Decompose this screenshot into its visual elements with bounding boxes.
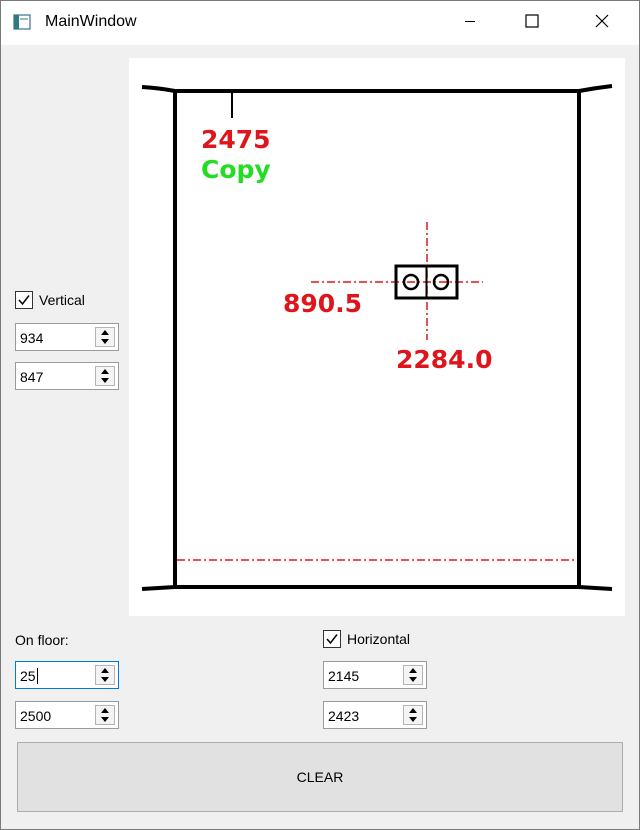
spin-arrows — [95, 366, 115, 386]
spin-value: 25 — [20, 668, 36, 684]
main-window: MainWindow 2475 Copy 890.5 2284.0 Vertic… — [0, 0, 640, 830]
spin-arrows — [403, 665, 423, 685]
close-button[interactable] — [579, 1, 625, 45]
checkmark-icon — [326, 634, 338, 645]
spin-arrows — [95, 665, 115, 685]
on-floor-spinbox-2[interactable]: 2500 — [15, 701, 119, 729]
title-bar: MainWindow — [1, 1, 639, 45]
horizontal-label: Horizontal — [347, 631, 411, 647]
close-icon — [595, 14, 609, 33]
arrow-down-icon[interactable] — [96, 675, 114, 684]
horizontal-checkbox[interactable]: Horizontal — [323, 630, 410, 648]
maximize-button[interactable] — [509, 1, 555, 45]
arrow-down-icon[interactable] — [404, 675, 422, 684]
arrow-down-icon[interactable] — [96, 376, 114, 385]
spin-arrows — [95, 705, 115, 725]
maximize-icon — [525, 13, 539, 33]
spin-value: 2145 — [328, 668, 360, 684]
vertical-checkbox-box[interactable] — [15, 291, 33, 309]
top-caption-label: Copy — [201, 155, 271, 184]
socket-outlet-icon — [394, 264, 459, 300]
spin-value: 934 — [20, 330, 44, 346]
vertical-label: Vertical — [39, 292, 85, 308]
window-title: MainWindow — [45, 13, 137, 30]
horizontal-checkbox-box[interactable] — [323, 630, 341, 648]
vertical-spinbox-1[interactable]: 934 — [15, 323, 119, 351]
frame-top — [141, 84, 613, 93]
arrow-down-icon[interactable] — [96, 715, 114, 724]
arrow-down-icon[interactable] — [404, 715, 422, 724]
spin-arrows — [403, 705, 423, 725]
on-floor-spinbox-1[interactable]: 25 — [15, 661, 119, 689]
vertical-checkbox[interactable]: Vertical — [15, 291, 85, 309]
horizontal-dimension-label: 890.5 — [283, 289, 362, 318]
arrow-down-icon[interactable] — [96, 337, 114, 346]
drawing-canvas[interactable]: 2475 Copy 890.5 2284.0 — [129, 58, 625, 616]
arrow-up-icon[interactable] — [96, 706, 114, 715]
vertical-spinbox-2[interactable]: 847 — [15, 362, 119, 390]
clear-button[interactable]: CLEAR — [17, 742, 623, 812]
arrow-up-icon[interactable] — [404, 706, 422, 715]
horizontal-spinbox-2[interactable]: 2423 — [323, 701, 427, 729]
spin-arrows — [95, 327, 115, 347]
top-value-label: 2475 — [201, 125, 271, 154]
spin-value: 847 — [20, 369, 44, 385]
app-window-icon — [13, 13, 31, 31]
minimize-button[interactable] — [447, 1, 493, 45]
frame-bottom — [141, 585, 613, 591]
arrow-up-icon[interactable] — [404, 666, 422, 675]
minimize-icon — [464, 14, 476, 32]
checkmark-icon — [18, 295, 30, 306]
vertical-dimension-label: 2284.0 — [396, 345, 492, 374]
spin-value: 2423 — [328, 708, 360, 724]
arrow-up-icon[interactable] — [96, 328, 114, 337]
arrow-up-icon[interactable] — [96, 666, 114, 675]
horizontal-spinbox-1[interactable]: 2145 — [323, 661, 427, 689]
text-cursor — [37, 668, 38, 684]
arrow-up-icon[interactable] — [96, 367, 114, 376]
spin-value: 2500 — [20, 708, 52, 724]
on-floor-label: On floor: — [15, 632, 69, 648]
